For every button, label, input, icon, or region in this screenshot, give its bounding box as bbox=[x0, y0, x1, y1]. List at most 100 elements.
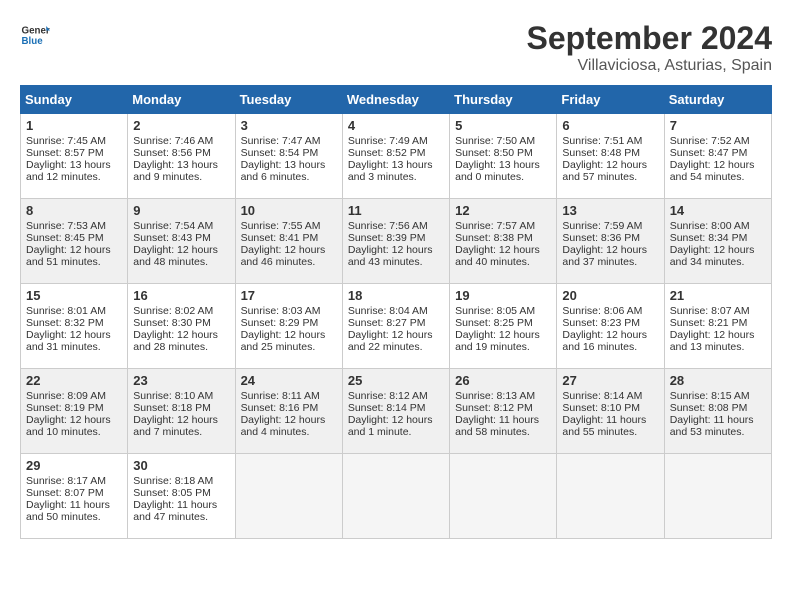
cell-line: Daylight: 13 hours bbox=[455, 159, 551, 171]
cell-line: Sunset: 8:34 PM bbox=[670, 232, 766, 244]
day-number: 8 bbox=[26, 203, 122, 218]
cell-line: and 3 minutes. bbox=[348, 171, 444, 183]
location-title: Villaviciosa, Asturias, Spain bbox=[527, 57, 772, 75]
cell-line: Sunrise: 8:03 AM bbox=[241, 305, 337, 317]
cell-line: and 50 minutes. bbox=[26, 511, 122, 523]
cell-line: Daylight: 12 hours bbox=[348, 329, 444, 341]
col-header-monday: Monday bbox=[128, 86, 235, 114]
day-number: 12 bbox=[455, 203, 551, 218]
day-number: 14 bbox=[670, 203, 766, 218]
cell-line: Sunrise: 7:50 AM bbox=[455, 135, 551, 147]
cell-line: Sunset: 8:52 PM bbox=[348, 147, 444, 159]
cell-line: Sunrise: 8:09 AM bbox=[26, 390, 122, 402]
cell-line: Sunrise: 8:05 AM bbox=[455, 305, 551, 317]
day-number: 18 bbox=[348, 288, 444, 303]
cell-line: Daylight: 12 hours bbox=[348, 414, 444, 426]
cell-line: Sunrise: 7:56 AM bbox=[348, 220, 444, 232]
day-number: 24 bbox=[241, 373, 337, 388]
page-header: General Blue September 2024 Villaviciosa… bbox=[20, 20, 772, 75]
cell-line: Daylight: 13 hours bbox=[133, 159, 229, 171]
table-row: 15Sunrise: 8:01 AMSunset: 8:32 PMDayligh… bbox=[21, 284, 128, 369]
cell-line: Sunrise: 7:53 AM bbox=[26, 220, 122, 232]
cell-line: and 25 minutes. bbox=[241, 341, 337, 353]
cell-line: Sunset: 8:48 PM bbox=[562, 147, 658, 159]
cell-line: Sunset: 8:23 PM bbox=[562, 317, 658, 329]
cell-line: and 46 minutes. bbox=[241, 256, 337, 268]
cell-line: Daylight: 12 hours bbox=[133, 414, 229, 426]
cell-line: and 4 minutes. bbox=[241, 426, 337, 438]
cell-line: Daylight: 12 hours bbox=[562, 329, 658, 341]
cell-line: Sunset: 8:45 PM bbox=[26, 232, 122, 244]
table-row: 4Sunrise: 7:49 AMSunset: 8:52 PMDaylight… bbox=[342, 114, 449, 199]
col-header-tuesday: Tuesday bbox=[235, 86, 342, 114]
cell-line: Sunset: 8:38 PM bbox=[455, 232, 551, 244]
cell-line: Daylight: 12 hours bbox=[348, 244, 444, 256]
table-row: 10Sunrise: 7:55 AMSunset: 8:41 PMDayligh… bbox=[235, 199, 342, 284]
table-row: 23Sunrise: 8:10 AMSunset: 8:18 PMDayligh… bbox=[128, 369, 235, 454]
cell-line: Daylight: 11 hours bbox=[455, 414, 551, 426]
table-row: 2Sunrise: 7:46 AMSunset: 8:56 PMDaylight… bbox=[128, 114, 235, 199]
cell-line: Sunset: 8:39 PM bbox=[348, 232, 444, 244]
cell-line: and 16 minutes. bbox=[562, 341, 658, 353]
cell-line: Sunset: 8:43 PM bbox=[133, 232, 229, 244]
cell-line: and 58 minutes. bbox=[455, 426, 551, 438]
table-row: 5Sunrise: 7:50 AMSunset: 8:50 PMDaylight… bbox=[450, 114, 557, 199]
table-row bbox=[342, 454, 449, 539]
table-row: 20Sunrise: 8:06 AMSunset: 8:23 PMDayligh… bbox=[557, 284, 664, 369]
cell-line: Daylight: 12 hours bbox=[455, 244, 551, 256]
cell-line: Sunrise: 7:59 AM bbox=[562, 220, 658, 232]
cell-line: Daylight: 12 hours bbox=[26, 329, 122, 341]
cell-line: and 6 minutes. bbox=[241, 171, 337, 183]
table-row: 16Sunrise: 8:02 AMSunset: 8:30 PMDayligh… bbox=[128, 284, 235, 369]
calendar-table: SundayMondayTuesdayWednesdayThursdayFrid… bbox=[20, 85, 772, 539]
day-number: 28 bbox=[670, 373, 766, 388]
cell-line: and 28 minutes. bbox=[133, 341, 229, 353]
cell-line: and 19 minutes. bbox=[455, 341, 551, 353]
cell-line: and 57 minutes. bbox=[562, 171, 658, 183]
day-number: 11 bbox=[348, 203, 444, 218]
cell-line: Daylight: 12 hours bbox=[562, 159, 658, 171]
day-number: 21 bbox=[670, 288, 766, 303]
day-number: 7 bbox=[670, 118, 766, 133]
cell-line: Sunrise: 7:51 AM bbox=[562, 135, 658, 147]
day-number: 2 bbox=[133, 118, 229, 133]
table-row: 11 Sunrise: 7:56 AMSunset: 8:39 PMDayligh… bbox=[342, 199, 449, 284]
cell-line: Sunrise: 8:07 AM bbox=[670, 305, 766, 317]
cell-line: Sunset: 8:50 PM bbox=[455, 147, 551, 159]
cell-line: and 13 minutes. bbox=[670, 341, 766, 353]
cell-line: Sunrise: 8:02 AM bbox=[133, 305, 229, 317]
table-row bbox=[450, 454, 557, 539]
cell-line: Sunrise: 8:17 AM bbox=[26, 475, 122, 487]
day-number: 30 bbox=[133, 458, 229, 473]
cell-line: Daylight: 13 hours bbox=[348, 159, 444, 171]
table-row: 14Sunrise: 8:00 AMSunset: 8:34 PMDayligh… bbox=[664, 199, 771, 284]
svg-text:General: General bbox=[22, 26, 51, 37]
day-number: 9 bbox=[133, 203, 229, 218]
cell-line: Sunset: 8:36 PM bbox=[562, 232, 658, 244]
table-row: 25Sunrise: 8:12 AMSunset: 8:14 PMDayligh… bbox=[342, 369, 449, 454]
cell-line: Sunset: 8:25 PM bbox=[455, 317, 551, 329]
cell-line: and 0 minutes. bbox=[455, 171, 551, 183]
day-number: 26 bbox=[455, 373, 551, 388]
cell-line: Sunset: 8:54 PM bbox=[241, 147, 337, 159]
cell-line: and 1 minute. bbox=[348, 426, 444, 438]
table-row: 30Sunrise: 8:18 AMSunset: 8:05 PMDayligh… bbox=[128, 454, 235, 539]
cell-line: and 47 minutes. bbox=[133, 511, 229, 523]
col-header-sunday: Sunday bbox=[21, 86, 128, 114]
cell-line: Sunset: 8:07 PM bbox=[26, 487, 122, 499]
day-number: 27 bbox=[562, 373, 658, 388]
table-row bbox=[664, 454, 771, 539]
table-row: 13Sunrise: 7:59 AMSunset: 8:36 PMDayligh… bbox=[557, 199, 664, 284]
cell-line: and 34 minutes. bbox=[670, 256, 766, 268]
cell-line: Daylight: 12 hours bbox=[26, 414, 122, 426]
cell-line: Daylight: 12 hours bbox=[133, 329, 229, 341]
cell-line: and 55 minutes. bbox=[562, 426, 658, 438]
cell-line: Daylight: 12 hours bbox=[670, 244, 766, 256]
cell-line: Daylight: 12 hours bbox=[455, 329, 551, 341]
cell-line: and 43 minutes. bbox=[348, 256, 444, 268]
cell-line: and 40 minutes. bbox=[455, 256, 551, 268]
cell-line: and 7 minutes. bbox=[133, 426, 229, 438]
day-number: 23 bbox=[133, 373, 229, 388]
table-row: 3Sunrise: 7:47 AMSunset: 8:54 PMDaylight… bbox=[235, 114, 342, 199]
day-number: 13 bbox=[562, 203, 658, 218]
